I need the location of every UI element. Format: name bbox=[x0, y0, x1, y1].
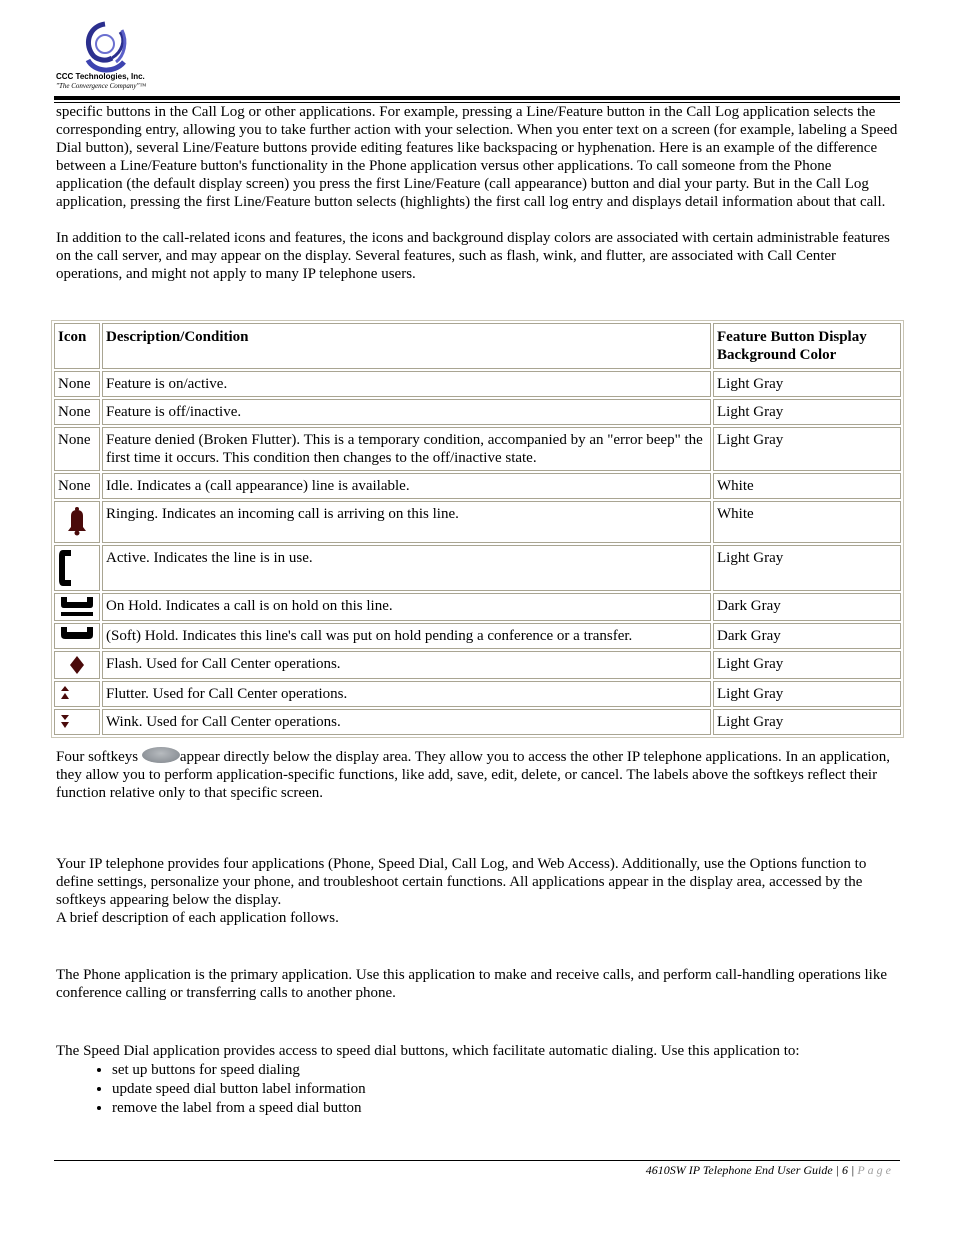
row-color: Light Gray bbox=[713, 399, 901, 425]
table-row: None Idle. Indicates a (call appearance)… bbox=[54, 473, 901, 499]
row-description: (Soft) Hold. Indicates this line's call … bbox=[102, 623, 711, 649]
row-color: Light Gray bbox=[713, 681, 901, 707]
phone-app-paragraph: The Phone application is the primary app… bbox=[56, 967, 887, 1001]
page-number: 6 bbox=[842, 1163, 849, 1177]
header-rule-thick bbox=[54, 96, 900, 100]
table-row: Ringing. Indicates an incoming call is a… bbox=[54, 501, 901, 543]
table-row: Wink. Used for Call Center operations. L… bbox=[54, 709, 901, 735]
row-color: Light Gray bbox=[713, 651, 901, 679]
intro-section: specific buttons in the Call Log or othe… bbox=[56, 103, 901, 283]
intro-paragraph-2: In addition to the call-related icons an… bbox=[56, 230, 890, 282]
row-color: White bbox=[713, 501, 901, 543]
table-row: None Feature is on/active. Light Gray bbox=[54, 371, 901, 397]
footer-separator: | bbox=[851, 1163, 855, 1177]
applications-section: Your IP telephone provides four applicat… bbox=[56, 855, 901, 927]
page-footer: 4610SW IP Telephone End User Guide | 6 |… bbox=[646, 1162, 894, 1178]
row-color: Light Gray bbox=[713, 427, 901, 471]
row-description: Flutter. Used for Call Center operations… bbox=[102, 681, 711, 707]
bell-icon bbox=[68, 507, 86, 536]
handset-hold-icon bbox=[61, 597, 93, 616]
softkeys-text-after: appear directly below the display area. … bbox=[56, 749, 891, 801]
row-description: Active. Indicates the line is in use. bbox=[102, 545, 711, 591]
header-description: Description/Condition bbox=[102, 323, 711, 369]
feature-icons-table: Icon Description/Condition Feature Butto… bbox=[51, 320, 904, 738]
row-color: Light Gray bbox=[713, 545, 901, 591]
header-color: Feature Button Display Background Color bbox=[713, 323, 901, 369]
wink-arrows-icon bbox=[61, 715, 69, 728]
table-row: On Hold. Indicates a call is on hold on … bbox=[54, 593, 901, 621]
row-color: Light Gray bbox=[713, 709, 901, 735]
footer-separator: | bbox=[835, 1163, 840, 1177]
row-color: Dark Gray bbox=[713, 593, 901, 621]
softkeys-paragraph: Four softkeys appear directly below the … bbox=[56, 747, 901, 802]
row-description: Feature is on/active. bbox=[102, 371, 711, 397]
table-row: None Feature is off/inactive. Light Gray bbox=[54, 399, 901, 425]
table-row: Active. Indicates the line is in use. Li… bbox=[54, 545, 901, 591]
list-item: set up buttons for speed dialing bbox=[112, 1061, 901, 1080]
company-name: CCC Technologies, Inc. bbox=[56, 72, 145, 81]
row-color: Dark Gray bbox=[713, 623, 901, 649]
applications-paragraph: Your IP telephone provides four applicat… bbox=[56, 856, 867, 908]
page-word: Page bbox=[857, 1163, 894, 1177]
row-icon bbox=[54, 623, 100, 649]
speed-dial-section: The Speed Dial application provides acce… bbox=[56, 1042, 901, 1118]
phone-app-section: The Phone application is the primary app… bbox=[56, 966, 901, 1002]
row-description: On Hold. Indicates a call is on hold on … bbox=[102, 593, 711, 621]
row-icon bbox=[54, 709, 100, 735]
applications-brief: A brief description of each application … bbox=[56, 910, 339, 926]
row-color: White bbox=[713, 473, 901, 499]
table-row: (Soft) Hold. Indicates this line's call … bbox=[54, 623, 901, 649]
table-row: None Feature denied (Broken Flutter). Th… bbox=[54, 427, 901, 471]
row-description: Feature denied (Broken Flutter). This is… bbox=[102, 427, 711, 471]
guide-title: 4610SW IP Telephone End User Guide bbox=[645, 1163, 833, 1177]
header-icon: Icon bbox=[54, 323, 100, 369]
row-icon bbox=[54, 545, 100, 591]
table-row: Flash. Used for Call Center operations. … bbox=[54, 651, 901, 679]
softkeys-section: Four softkeys appear directly below the … bbox=[56, 747, 901, 802]
row-description: Ringing. Indicates an incoming call is a… bbox=[102, 501, 711, 543]
list-item: update speed dial button label informati… bbox=[112, 1080, 901, 1099]
footer-rule bbox=[54, 1160, 900, 1161]
row-icon: None bbox=[54, 427, 100, 471]
row-description: Flash. Used for Call Center operations. bbox=[102, 651, 711, 679]
row-color: Light Gray bbox=[713, 371, 901, 397]
row-icon bbox=[54, 593, 100, 621]
handset-active-icon bbox=[59, 550, 71, 586]
row-icon: None bbox=[54, 473, 100, 499]
speed-dial-paragraph: The Speed Dial application provides acce… bbox=[56, 1043, 800, 1059]
row-description: Wink. Used for Call Center operations. bbox=[102, 709, 711, 735]
company-logo: CCC Technologies, Inc. "The Convergence … bbox=[54, 20, 164, 95]
row-description: Idle. Indicates a (call appearance) line… bbox=[102, 473, 711, 499]
list-item: remove the label from a speed dial butto… bbox=[112, 1099, 901, 1118]
row-icon bbox=[54, 501, 100, 543]
table-header-row: Icon Description/Condition Feature Butto… bbox=[54, 323, 901, 369]
diamond-flash-icon bbox=[70, 656, 84, 674]
flutter-arrows-icon bbox=[61, 686, 69, 699]
intro-paragraph-1: specific buttons in the Call Log or othe… bbox=[56, 104, 898, 210]
row-icon: None bbox=[54, 371, 100, 397]
row-description: Feature is off/inactive. bbox=[102, 399, 711, 425]
speed-dial-list: set up buttons for speed dialing update … bbox=[56, 1061, 901, 1118]
row-icon bbox=[54, 681, 100, 707]
softkeys-text-before: Four softkeys bbox=[56, 749, 142, 765]
softkey-button-icon bbox=[141, 747, 180, 763]
row-icon bbox=[54, 651, 100, 679]
handset-soft-hold-icon bbox=[61, 627, 93, 639]
table-row: Flutter. Used for Call Center operations… bbox=[54, 681, 901, 707]
logo-swirl-icon bbox=[85, 21, 127, 73]
company-tagline: "The Convergence Company"™ bbox=[56, 82, 147, 90]
row-icon: None bbox=[54, 399, 100, 425]
